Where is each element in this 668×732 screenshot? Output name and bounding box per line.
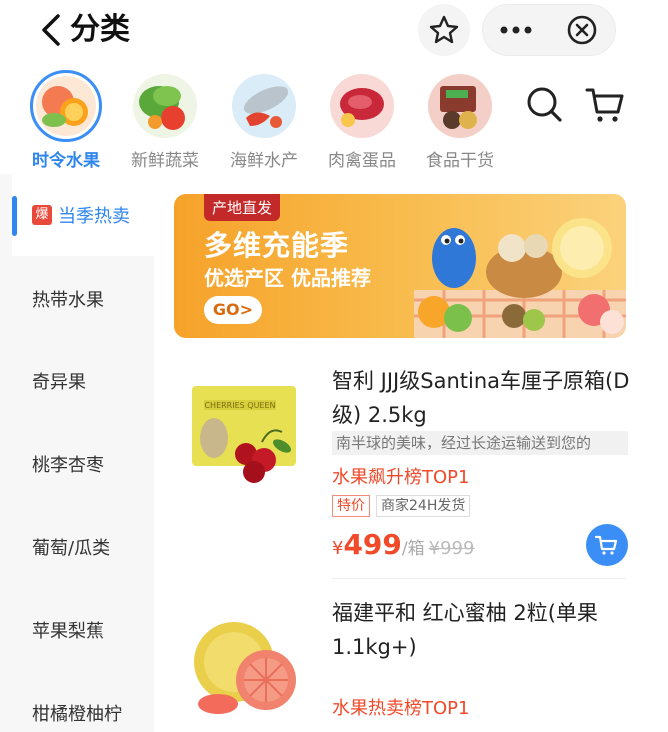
sidebar-item-label: 热带水果 (32, 290, 104, 311)
product-price: ¥499/箱 ¥999 (332, 528, 474, 561)
star-icon (429, 15, 459, 44)
price-currency: ¥ (332, 538, 344, 559)
close-circle-icon (567, 15, 597, 45)
category-image (133, 74, 197, 138)
category-seasonal-fruit[interactable]: 时令水果 (16, 68, 116, 171)
category-vegetables[interactable]: 新鲜蔬菜 (115, 68, 215, 171)
product-title: 福建平和 红心蜜柚 2粒(单果1.1kg+) (332, 601, 598, 659)
hot-badge: 爆 (32, 205, 52, 225)
category-image (428, 74, 492, 138)
sidebar: 爆 当季热卖 热带水果 奇异果 桃李杏枣 葡萄/瓜类 苹果梨蕉 柑橘橙柚柠 (0, 174, 154, 732)
category-meat-eggs[interactable]: 肉禽蛋品 (312, 68, 412, 171)
sidebar-item-tropical[interactable]: 热带水果 (12, 258, 154, 340)
shipping-tag: 商家24H发货 (376, 495, 471, 517)
category-label: 时令水果 (32, 151, 100, 171)
price-unit: /箱 (401, 539, 425, 559)
header: 分类 (0, 0, 668, 62)
banner-go-button[interactable]: GO> (204, 296, 262, 324)
product-title: 智利 JJJ级Santina车厘子原箱(D级) 2.5kg (332, 369, 630, 427)
sidebar-item-label: 当季热卖 (58, 206, 130, 227)
sidebar-item-citrus[interactable]: 柑橘橙柚柠 (12, 672, 154, 732)
product-rank-label[interactable]: 水果飙升榜TOP1 (332, 463, 469, 489)
more-dots-icon (500, 26, 532, 34)
add-to-cart-button[interactable] (586, 524, 628, 566)
category-image (232, 74, 296, 138)
page-title: 分类 (70, 12, 130, 47)
mini-program-capsule (482, 4, 616, 56)
divider (332, 578, 626, 579)
banner-fruit-illustration (414, 218, 626, 338)
category-dry-food[interactable]: 食品干货 (410, 68, 510, 171)
banner-headline: 多维充能季 (204, 229, 350, 262)
favorite-button[interactable] (418, 4, 470, 56)
close-button[interactable] (549, 5, 615, 55)
sale-tag: 特价 (332, 495, 370, 517)
active-indicator (12, 196, 17, 236)
search-icon[interactable] (524, 84, 564, 124)
sidebar-item-hot-sale[interactable]: 爆 当季热卖 (12, 174, 154, 256)
category-image (330, 74, 394, 138)
sidebar-item-kiwi[interactable]: 奇异果 (12, 340, 154, 422)
product-description: 南半球的美味，经过长途运输送到您的 (332, 431, 628, 455)
category-label: 食品干货 (426, 151, 494, 171)
sidebar-item-label: 奇异果 (32, 372, 86, 393)
product-image: CHERRIES QUEEN (192, 386, 296, 483)
sidebar-item-apple-pear-banana[interactable]: 苹果梨蕉 (12, 589, 154, 671)
banner-subline: 优选产区 优品推荐 (204, 266, 371, 290)
product-rank-label[interactable]: 水果热卖榜TOP1 (332, 694, 469, 720)
sidebar-item-grape-melon[interactable]: 葡萄/瓜类 (12, 506, 154, 588)
category-image (30, 70, 102, 142)
shopping-cart-icon[interactable] (584, 84, 626, 124)
product-tags: 特价 商家24H发货 (332, 495, 471, 517)
sidebar-item-label: 桃李杏枣 (32, 455, 104, 476)
sidebar-item-label: 葡萄/瓜类 (32, 538, 111, 559)
category-label: 肉禽蛋品 (328, 151, 396, 171)
category-label: 海鲜水产 (230, 151, 298, 171)
category-label: 新鲜蔬菜 (131, 151, 199, 171)
promo-banner[interactable]: 产地直发 多维充能季 优选产区 优品推荐 GO> (174, 194, 626, 338)
more-button[interactable] (483, 5, 549, 55)
product-box-label: CHERRIES QUEEN (204, 401, 275, 410)
back-arrow-icon[interactable] (36, 10, 66, 50)
original-price: ¥999 (428, 538, 475, 559)
sidebar-item-label: 苹果梨蕉 (32, 621, 104, 642)
category-seafood[interactable]: 海鲜水产 (214, 68, 314, 171)
product-image (194, 622, 296, 714)
top-category-bar: 时令水果 新鲜蔬菜 海鲜水产 肉禽蛋品 食品干货 (0, 62, 668, 174)
banner-tag: 产地直发 (204, 194, 281, 221)
price-value: 499 (343, 528, 402, 561)
sidebar-item-label: 柑橘橙柚柠 (32, 704, 122, 725)
sidebar-item-stone-fruit[interactable]: 桃李杏枣 (12, 423, 154, 505)
cart-icon (595, 535, 618, 555)
